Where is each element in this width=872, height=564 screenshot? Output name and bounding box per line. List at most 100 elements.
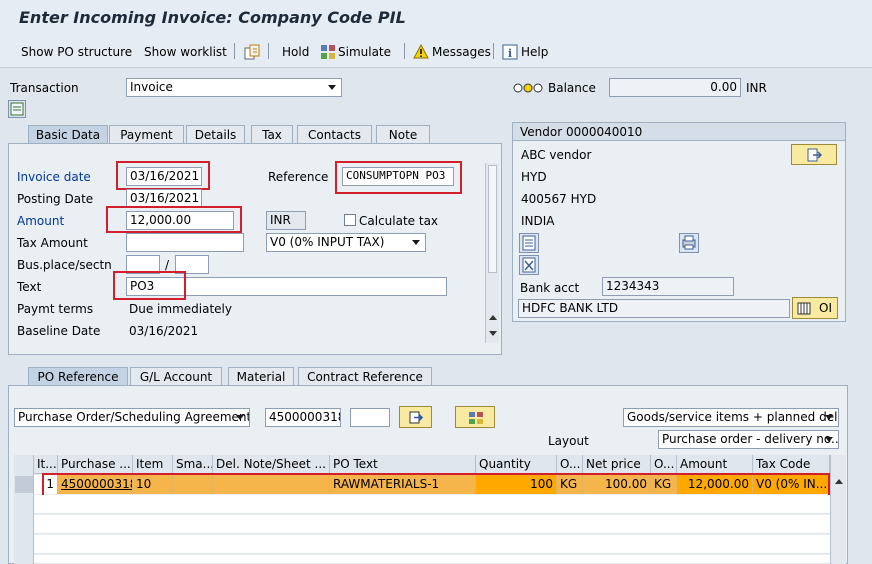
hold-button[interactable]: Hold: [282, 45, 309, 59]
grid-scrollbar[interactable]: [830, 455, 846, 564]
tab-contract-reference[interactable]: Contract Reference: [298, 367, 432, 386]
tab-payment[interactable]: Payment: [109, 125, 184, 144]
posting-date-label: Posting Date: [17, 192, 94, 206]
annotation-box: [106, 206, 242, 233]
vendor-postal: 400567 HYD: [521, 192, 597, 206]
simulate-icon: [320, 44, 336, 60]
annotation-box: [335, 161, 462, 194]
tab-details[interactable]: Details: [186, 125, 245, 144]
baseline-date-value: 03/16/2021: [129, 324, 199, 338]
vendor-print-icon[interactable]: [679, 233, 699, 253]
annotation-box: [113, 271, 186, 300]
transfer-po-button[interactable]: [399, 406, 432, 428]
balance-currency: INR: [746, 81, 767, 95]
tab-note[interactable]: Note: [376, 125, 430, 144]
bank-acct-label: Bank acct: [520, 281, 580, 295]
invoice-date-label: Invoice date: [17, 170, 91, 184]
col-header-del-note[interactable]: Del. Note/Sheet ...: [213, 455, 330, 474]
col-header-small[interactable]: Sma...: [173, 455, 213, 474]
table-row[interactable]: [34, 515, 830, 534]
col-header-purchase-order[interactable]: Purchase ...: [58, 455, 133, 474]
col-header-net-price[interactable]: Net price: [583, 455, 651, 474]
goods-service-select[interactable]: Goods/service items + planned deli...: [623, 408, 839, 427]
tax-code-value: V0 (0% INPUT TAX): [270, 235, 385, 249]
col-header-price-unit[interactable]: O...: [651, 455, 677, 474]
info-icon: i: [502, 44, 518, 60]
col-header-quantity[interactable]: Quantity: [476, 455, 557, 474]
reference-label: Reference: [268, 170, 329, 184]
tab-gl-account[interactable]: G/L Account: [130, 367, 222, 386]
application-toolbar: Show PO structure Show worklist Hold Sim…: [0, 36, 872, 68]
calculate-tax-checkbox[interactable]: [344, 214, 356, 226]
col-header-po-text[interactable]: PO Text: [330, 455, 476, 474]
open-items-button[interactable]: OI: [792, 297, 838, 319]
col-header-item-no[interactable]: It...: [34, 455, 58, 474]
paymt-terms-value: Due immediately: [129, 302, 232, 316]
table-row[interactable]: [34, 495, 830, 514]
balance-field: 0.00: [609, 78, 741, 97]
bank-acct-field: 1234343: [602, 277, 734, 296]
col-header-item[interactable]: Item: [133, 455, 173, 474]
goods-service-value: Goods/service items + planned deli...: [627, 410, 839, 424]
table-row[interactable]: [34, 535, 830, 554]
tab-po-reference[interactable]: PO Reference: [28, 367, 128, 386]
table-row[interactable]: [34, 555, 830, 564]
vendor-name: ABC vendor: [521, 148, 592, 162]
amount-label: Amount: [17, 214, 65, 228]
col-header-amount[interactable]: Amount: [677, 455, 753, 474]
layout-toggle-icon[interactable]: [8, 100, 26, 118]
tax-code-select[interactable]: V0 (0% INPUT TAX): [266, 233, 426, 252]
vendor-delete-icon[interactable]: [519, 255, 539, 275]
currency-field: INR: [266, 211, 306, 230]
transaction-select[interactable]: Invoice: [126, 78, 342, 97]
vendor-change-button[interactable]: [791, 144, 837, 165]
tab-contacts[interactable]: Contacts: [297, 125, 372, 144]
copy-icon[interactable]: [244, 44, 260, 60]
tax-amount-input[interactable]: [126, 233, 244, 252]
reference-type-value: Purchase Order/Scheduling Agreement: [18, 410, 250, 424]
po-number-input[interactable]: 4500000318: [265, 408, 341, 427]
baseline-date-label: Baseline Date: [17, 324, 101, 338]
tab-material[interactable]: Material: [228, 367, 294, 386]
title-bar: Enter Incoming Invoice: Company Code PIL: [0, 0, 872, 36]
bank-name-field: HDFC BANK LTD: [518, 299, 790, 318]
toolbar-separator: [493, 43, 494, 59]
bus-place-slash: /: [165, 258, 170, 272]
open-items-label: OI: [819, 301, 832, 315]
text-label: Text: [17, 280, 42, 294]
show-po-structure-button[interactable]: Show PO structure: [21, 45, 132, 59]
bus-place-label: Bus.place/sectn: [17, 258, 112, 272]
reference-type-select[interactable]: Purchase Order/Scheduling Agreement: [14, 408, 250, 427]
toolbar-separator: [234, 43, 235, 59]
tab-tax[interactable]: Tax: [251, 125, 293, 144]
annotation-box: [116, 161, 210, 190]
balance-traffic-light-icon: [513, 82, 543, 94]
paymt-terms-label: Paymt terms: [17, 302, 94, 316]
toolbar-separator: [404, 43, 405, 59]
simulate-button[interactable]: Simulate: [338, 45, 391, 59]
messages-button[interactable]: Messages: [432, 45, 491, 59]
col-header-tax-code[interactable]: Tax Code: [753, 455, 830, 474]
col-header-order-unit[interactable]: O...: [557, 455, 583, 474]
layout-label: Layout: [548, 434, 589, 448]
layout-value: Purchase order - delivery no...: [662, 432, 839, 446]
calculate-tax-label: Calculate tax: [359, 214, 439, 228]
tab-basic-data[interactable]: Basic Data: [28, 125, 108, 144]
balance-label: Balance: [548, 81, 596, 95]
basic-data-scrollbar[interactable]: [485, 163, 499, 343]
svg-text:i: i: [508, 47, 512, 60]
tax-amount-label: Tax Amount: [17, 236, 88, 250]
vendor-city: HYD: [521, 170, 547, 184]
window-title: Enter Incoming Invoice: Company Code PIL: [19, 8, 406, 27]
po-item-input[interactable]: [350, 408, 390, 427]
vendor-title: Vendor 0000040010: [520, 125, 643, 139]
row-selector-column: [14, 455, 34, 564]
help-button[interactable]: Help: [521, 45, 548, 59]
show-worklist-button[interactable]: Show worklist: [144, 45, 227, 59]
layout-select[interactable]: Purchase order - delivery no...: [658, 430, 839, 449]
transaction-value: Invoice: [130, 80, 173, 94]
vendor-detail-icon[interactable]: [519, 233, 539, 253]
toolbar-separator: [268, 43, 269, 59]
po-search-button[interactable]: [455, 406, 495, 428]
row-selector[interactable]: [15, 476, 33, 493]
